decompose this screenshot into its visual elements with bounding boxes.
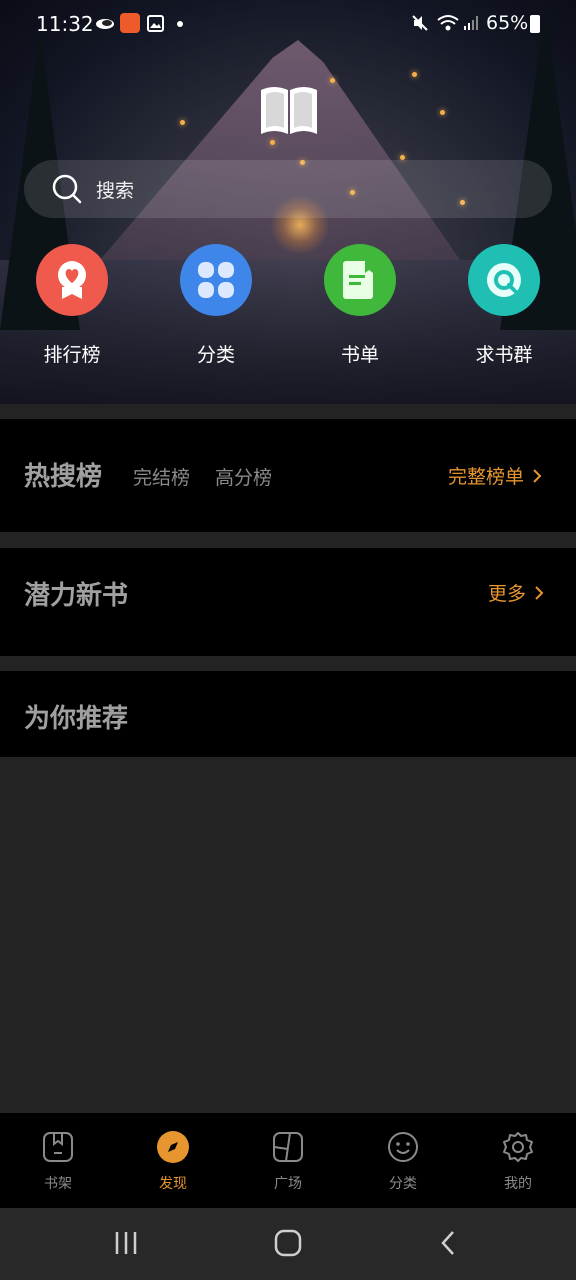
nav-category-label: 分类 xyxy=(389,1176,417,1192)
nav-discover-label: 发现 xyxy=(159,1176,187,1192)
more-notifications-dot xyxy=(177,21,183,27)
smiley-icon xyxy=(387,1131,419,1163)
chevron-right-icon xyxy=(533,468,542,483)
spark xyxy=(412,72,417,77)
book-request-group-entry-label[interactable]: 求书群 xyxy=(444,340,564,367)
signal-icon xyxy=(462,14,480,32)
booklist-entry-icon[interactable] xyxy=(324,244,396,316)
spark xyxy=(440,110,445,115)
square-icon xyxy=(272,1131,304,1163)
nav-mine-label: 我的 xyxy=(504,1176,532,1192)
nav-bookshelf-label: 书架 xyxy=(44,1176,72,1192)
image-icon xyxy=(146,14,164,32)
wifi-icon xyxy=(436,14,460,32)
bookshelf-icon xyxy=(42,1131,74,1163)
more-label: 更多 xyxy=(488,583,527,605)
ranking-entry-icon[interactable] xyxy=(36,244,108,316)
nav-square[interactable]: 广场 xyxy=(248,1113,328,1208)
home-icon[interactable] xyxy=(274,1229,302,1257)
search-input[interactable]: 搜索 xyxy=(96,176,134,203)
spark xyxy=(270,140,275,145)
recent-apps-icon[interactable] xyxy=(112,1230,142,1256)
full-ranking-label: 完整榜单 xyxy=(448,466,525,488)
potential-books-title: 潜力新书 xyxy=(24,581,129,611)
spark xyxy=(180,120,185,125)
recommend-title: 为你推荐 xyxy=(24,704,129,734)
nav-square-label: 广场 xyxy=(274,1176,302,1192)
tab-high-score[interactable]: 高分榜 xyxy=(215,463,272,490)
mute-icon xyxy=(410,14,430,32)
more-link[interactable]: 更多 xyxy=(488,579,544,606)
spark xyxy=(330,78,335,83)
battery-level: 65% xyxy=(486,12,529,34)
booklist-entry-label[interactable]: 书单 xyxy=(300,340,420,367)
nav-mine[interactable]: 我的 xyxy=(478,1113,558,1208)
nav-category[interactable]: 分类 xyxy=(363,1113,443,1208)
chevron-right-icon xyxy=(535,585,544,600)
nav-bookshelf[interactable]: 书架 xyxy=(18,1113,98,1208)
gear-icon xyxy=(502,1131,534,1163)
compass-icon xyxy=(157,1131,189,1163)
tab-completed[interactable]: 完结榜 xyxy=(133,463,190,490)
status-bar: 11:32 65% xyxy=(0,0,576,48)
status-time: 11:32 xyxy=(36,12,94,36)
tab-hot-search[interactable]: 热搜榜 xyxy=(24,456,102,493)
full-ranking-link[interactable]: 完整榜单 xyxy=(448,462,542,489)
book-request-group-entry-icon[interactable] xyxy=(468,244,540,316)
cloud-icon xyxy=(94,14,116,32)
back-icon[interactable] xyxy=(438,1229,458,1257)
battery-icon xyxy=(530,15,540,33)
category-entry-label[interactable]: 分类 xyxy=(156,340,276,367)
book-logo-icon xyxy=(258,84,320,136)
nav-discover[interactable]: 发现 xyxy=(133,1113,213,1208)
search-icon xyxy=(52,174,82,204)
category-entry-icon[interactable] xyxy=(180,244,252,316)
app-notification-icon xyxy=(120,13,140,33)
ranking-entry-label[interactable]: 排行榜 xyxy=(12,340,132,367)
